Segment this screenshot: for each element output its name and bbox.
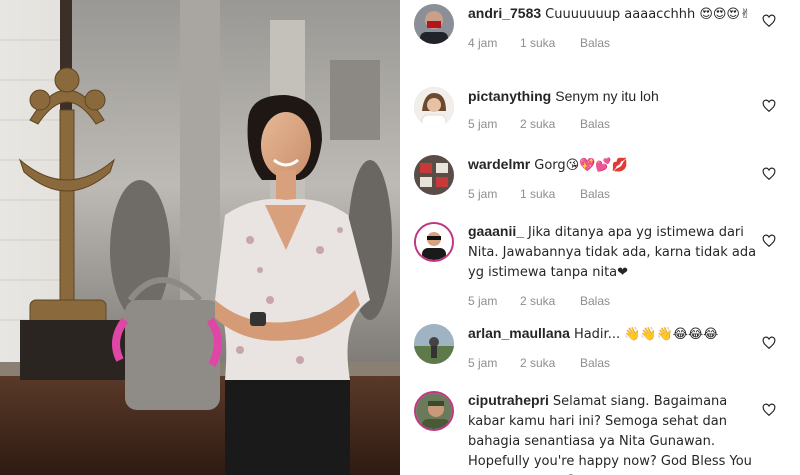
- reply-button[interactable]: Balas: [580, 115, 610, 133]
- avatar[interactable]: [414, 324, 454, 364]
- avatar[interactable]: [414, 155, 454, 195]
- comment-likes[interactable]: 1 suka: [520, 185, 580, 203]
- reply-button[interactable]: Balas: [580, 185, 610, 203]
- heart-outline-icon[interactable]: [762, 167, 776, 181]
- comment-time: 5 jam: [468, 187, 498, 201]
- woman-portrait-image: [0, 0, 400, 475]
- heart-outline-icon[interactable]: [762, 403, 776, 417]
- comment-text: Cuuuuuuup aaaacchhh 😍😍😍✌: [545, 7, 751, 22]
- heart-outline-icon[interactable]: [762, 14, 776, 28]
- comment-username[interactable]: arlan_maullana: [468, 325, 570, 341]
- comment-time: 5 jam: [468, 117, 498, 131]
- comment-time: 4 jam: [468, 36, 498, 50]
- heart-outline-icon[interactable]: [762, 99, 776, 113]
- comment-likes[interactable]: 1 suka: [520, 34, 580, 52]
- reply-button[interactable]: Balas: [580, 354, 610, 372]
- comment-likes[interactable]: 2 suka: [520, 292, 580, 310]
- comment-username[interactable]: ciputrahepri: [468, 392, 549, 408]
- avatar[interactable]: [414, 222, 454, 262]
- comment-likes[interactable]: 2 suka: [520, 354, 580, 372]
- avatar[interactable]: [414, 4, 454, 44]
- comment-text: Senym ny itu loh: [555, 88, 659, 104]
- heart-outline-icon[interactable]: [762, 336, 776, 350]
- comment-time: 5 jam: [468, 356, 498, 370]
- avatar[interactable]: [414, 391, 454, 431]
- comment-username[interactable]: andri_7583: [468, 5, 541, 21]
- comment-text: Hadir... 👋👋👋😂😂😂: [573, 327, 719, 342]
- comment-likes[interactable]: 2 suka: [520, 115, 580, 133]
- comment-username[interactable]: gaaanii_: [468, 223, 524, 239]
- comments-panel: andri_7583 Cuuuuuuup aaaacchhh 😍😍😍✌ 4 jam…: [400, 0, 800, 475]
- comment-text: Gorg😘💖💕💋: [534, 158, 628, 173]
- comment-username[interactable]: wardelmr: [468, 156, 530, 172]
- post-photo: [0, 0, 400, 475]
- reply-button[interactable]: Balas: [580, 34, 610, 52]
- heart-outline-icon[interactable]: [762, 234, 776, 248]
- avatar[interactable]: [414, 87, 454, 127]
- comment-username[interactable]: pictanything: [468, 88, 551, 104]
- comment-time: 5 jam: [468, 294, 498, 308]
- reply-button[interactable]: Balas: [580, 292, 610, 310]
